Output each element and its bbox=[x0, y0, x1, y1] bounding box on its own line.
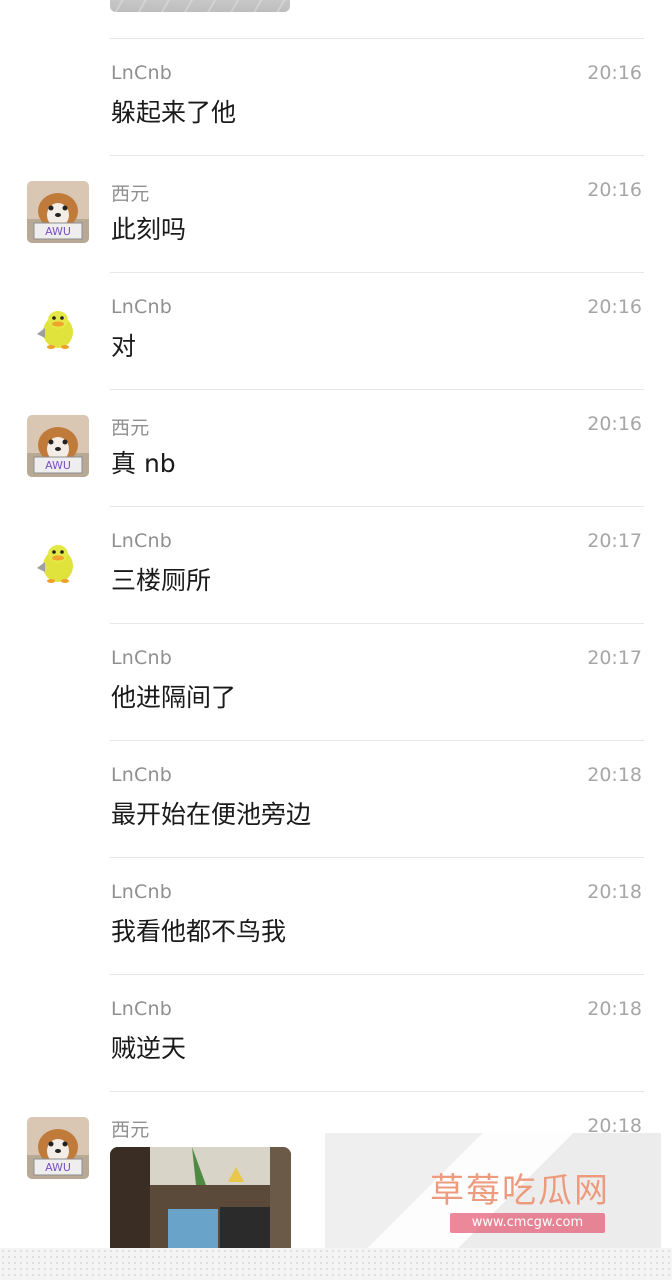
message-divider bbox=[110, 389, 644, 390]
svg-text:AWU: AWU bbox=[45, 1161, 71, 1174]
message-text[interactable]: 我看他都不鸟我 bbox=[111, 912, 286, 948]
chat-message: LnCnb 20:16 躲起来了他 bbox=[0, 38, 672, 155]
watermark-overlay: 草莓吃瓜网 www.cmcgw.com bbox=[325, 1133, 661, 1248]
message-time: 20:18 bbox=[587, 764, 642, 786]
message-divider bbox=[110, 272, 644, 273]
chat-message: LnCnb 20:18 我看他都不鸟我 bbox=[0, 857, 672, 974]
sender-name: 西元 bbox=[111, 417, 150, 439]
message-text[interactable]: 躲起来了他 bbox=[111, 93, 236, 129]
message-time: 20:16 bbox=[587, 296, 642, 318]
watermark-url: www.cmcgw.com bbox=[450, 1213, 605, 1233]
message-time: 20:17 bbox=[587, 530, 642, 552]
message-time: 20:16 bbox=[587, 413, 642, 435]
previous-image-bubble[interactable] bbox=[110, 0, 290, 12]
dog-avatar[interactable]: AWU bbox=[27, 415, 89, 477]
sender-name: LnCnb bbox=[111, 881, 172, 903]
sender-name: LnCnb bbox=[111, 296, 172, 318]
sender-name: LnCnb bbox=[111, 62, 172, 84]
message-divider bbox=[110, 740, 644, 741]
sender-name: LnCnb bbox=[111, 530, 172, 552]
message-divider bbox=[110, 506, 644, 507]
message-divider bbox=[110, 38, 644, 39]
message-divider bbox=[110, 1091, 644, 1092]
svg-text:AWU: AWU bbox=[45, 225, 71, 238]
message-text[interactable]: 对 bbox=[111, 327, 136, 363]
duck-avatar[interactable] bbox=[27, 298, 89, 360]
message-time: 20:17 bbox=[587, 647, 642, 669]
message-divider bbox=[110, 857, 644, 858]
watermark-title: 草莓吃瓜网 bbox=[430, 1171, 610, 1211]
sender-name: 西元 bbox=[111, 1119, 150, 1141]
chat-message: AWU 西元 20:16 真 nb bbox=[0, 389, 672, 506]
message-text[interactable]: 三楼厕所 bbox=[111, 561, 211, 597]
dog-avatar[interactable]: AWU bbox=[27, 181, 89, 243]
chat-message: LnCnb 20:17 三楼厕所 bbox=[0, 506, 672, 623]
message-time: 20:16 bbox=[587, 62, 642, 84]
message-text[interactable]: 最开始在便池旁边 bbox=[111, 795, 311, 831]
message-divider bbox=[110, 155, 644, 156]
message-time: 20:18 bbox=[587, 998, 642, 1020]
message-text[interactable]: 他进隔间了 bbox=[111, 678, 236, 714]
bottom-pattern-strip bbox=[0, 1248, 672, 1280]
sender-name: 西元 bbox=[111, 183, 150, 205]
sender-name: LnCnb bbox=[111, 764, 172, 786]
chat-message: LnCnb 20:18 贼逆天 bbox=[0, 974, 672, 1091]
message-text[interactable]: 此刻吗 bbox=[111, 210, 186, 246]
sender-name: LnCnb bbox=[111, 647, 172, 669]
message-divider bbox=[110, 623, 644, 624]
dog-avatar[interactable]: AWU bbox=[27, 1117, 89, 1179]
duck-avatar[interactable] bbox=[27, 532, 89, 594]
message-text[interactable]: 贼逆天 bbox=[111, 1029, 186, 1065]
image-message[interactable] bbox=[110, 1147, 291, 1248]
chat-message: AWU 西元 20:16 此刻吗 bbox=[0, 155, 672, 272]
chat-message: LnCnb 20:17 他进隔间了 bbox=[0, 623, 672, 740]
sender-name: LnCnb bbox=[111, 998, 172, 1020]
message-divider bbox=[110, 974, 644, 975]
chat-message: LnCnb 20:16 对 bbox=[0, 272, 672, 389]
message-time: 20:16 bbox=[587, 179, 642, 201]
message-time: 20:18 bbox=[587, 881, 642, 903]
message-text[interactable]: 真 nb bbox=[111, 444, 176, 480]
chat-message: LnCnb 20:18 最开始在便池旁边 bbox=[0, 740, 672, 857]
svg-text:AWU: AWU bbox=[45, 459, 71, 472]
